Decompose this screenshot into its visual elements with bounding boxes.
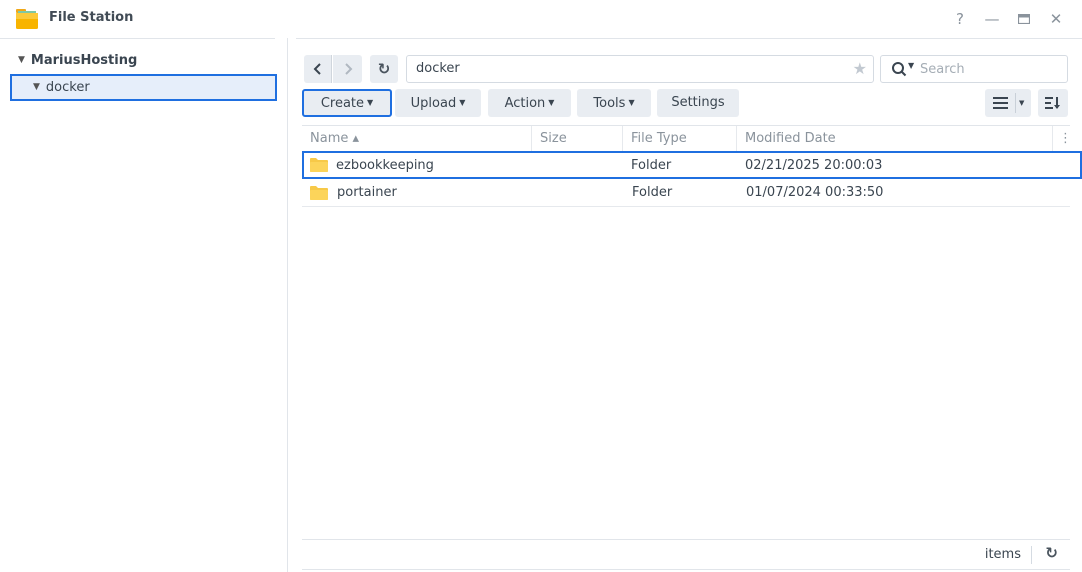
- divider: [296, 38, 1082, 39]
- divider: [0, 38, 275, 39]
- action-label: Action: [504, 96, 546, 111]
- upload-button[interactable]: Upload ▼: [395, 89, 481, 117]
- column-header-modified-date[interactable]: Modified Date: [737, 126, 1053, 152]
- file-name: ezbookkeeping: [336, 158, 434, 173]
- path-text: docker: [416, 61, 460, 76]
- tools-button[interactable]: Tools ▼: [577, 89, 651, 117]
- caret-down-icon[interactable]: ▼: [33, 76, 40, 99]
- tree-item-docker[interactable]: ▼ docker: [10, 74, 277, 101]
- help-icon[interactable]: ?: [950, 9, 970, 29]
- folder-icon: [310, 158, 328, 172]
- status-bar: items ↻: [302, 539, 1070, 570]
- column-header-file-type[interactable]: File Type: [623, 126, 737, 152]
- forward-button[interactable]: [333, 55, 362, 83]
- path-field[interactable]: docker ★: [406, 55, 874, 83]
- modified-date: 01/07/2024 00:33:50: [746, 185, 884, 200]
- caret-down-icon[interactable]: ▼: [1019, 89, 1024, 117]
- sort-icon: [1045, 97, 1060, 109]
- search-placeholder: Search: [920, 62, 965, 77]
- modified-date: 02/21/2025 20:00:03: [745, 158, 883, 173]
- column-menu-icon[interactable]: ⋮: [1054, 126, 1072, 152]
- caret-down-icon[interactable]: ▼: [18, 55, 25, 65]
- upload-label: Upload: [410, 96, 457, 111]
- column-header-name[interactable]: Name ▴: [302, 126, 532, 152]
- settings-label: Settings: [671, 95, 725, 110]
- create-button[interactable]: Create ▼: [302, 89, 392, 117]
- view-mode-button[interactable]: ▼: [985, 89, 1031, 117]
- app-title: File Station: [49, 10, 134, 25]
- create-label: Create: [320, 96, 365, 111]
- caret-down-icon: ▼: [628, 98, 635, 107]
- tree-root-mariushosting[interactable]: ▼ MariusHosting: [18, 53, 137, 68]
- tools-label: Tools: [593, 96, 626, 111]
- divider: [1031, 546, 1032, 564]
- divider: [1015, 93, 1016, 113]
- file-type: Folder: [632, 185, 673, 200]
- table-row[interactable]: ezbookkeeping Folder 02/21/2025 20:00:03: [302, 151, 1082, 179]
- tree-item-label: docker: [45, 80, 90, 95]
- caret-down-icon: ▼: [367, 98, 374, 107]
- maximize-icon[interactable]: [1014, 9, 1034, 29]
- caret-down-icon: ▼: [548, 98, 555, 107]
- search-input[interactable]: ▼ Search: [880, 55, 1068, 83]
- caret-down-icon[interactable]: ▼: [908, 61, 914, 70]
- file-type: Folder: [631, 158, 672, 173]
- action-button[interactable]: Action ▼: [488, 89, 571, 117]
- sort-button[interactable]: [1038, 89, 1068, 117]
- caret-down-icon: ▼: [459, 98, 466, 107]
- star-icon[interactable]: ★: [853, 56, 867, 82]
- file-station-icon: [16, 9, 38, 29]
- title-bar: File Station ? — ✕: [0, 0, 1082, 38]
- file-name: portainer: [337, 185, 397, 200]
- column-header-size[interactable]: Size: [532, 126, 623, 152]
- table-row[interactable]: portainer Folder 01/07/2024 00:33:50: [302, 179, 1070, 207]
- back-button[interactable]: [304, 55, 332, 83]
- refresh-icon[interactable]: ↻: [1045, 544, 1058, 562]
- minimize-icon[interactable]: —: [982, 9, 1002, 29]
- main-panel: ↻ docker ★ ▼ Search Create ▼ Upload ▼ Acti…: [288, 38, 1082, 572]
- tree-root-label: MariusHosting: [30, 53, 138, 68]
- chevron-left-icon: [313, 63, 321, 75]
- list-view-icon: [993, 97, 1008, 109]
- folder-icon: [310, 186, 328, 200]
- table-header: Name ▴ Size File Type Modified Date ⋮: [302, 125, 1072, 152]
- search-icon[interactable]: [891, 61, 907, 77]
- refresh-button[interactable]: ↻: [370, 55, 398, 83]
- sidebar: ▼ MariusHosting ▼ docker: [0, 38, 288, 572]
- settings-button[interactable]: Settings: [657, 89, 739, 117]
- close-icon[interactable]: ✕: [1046, 9, 1066, 29]
- chevron-right-icon: [344, 63, 352, 75]
- items-count: items: [984, 547, 1021, 562]
- refresh-icon: ↻: [377, 60, 391, 78]
